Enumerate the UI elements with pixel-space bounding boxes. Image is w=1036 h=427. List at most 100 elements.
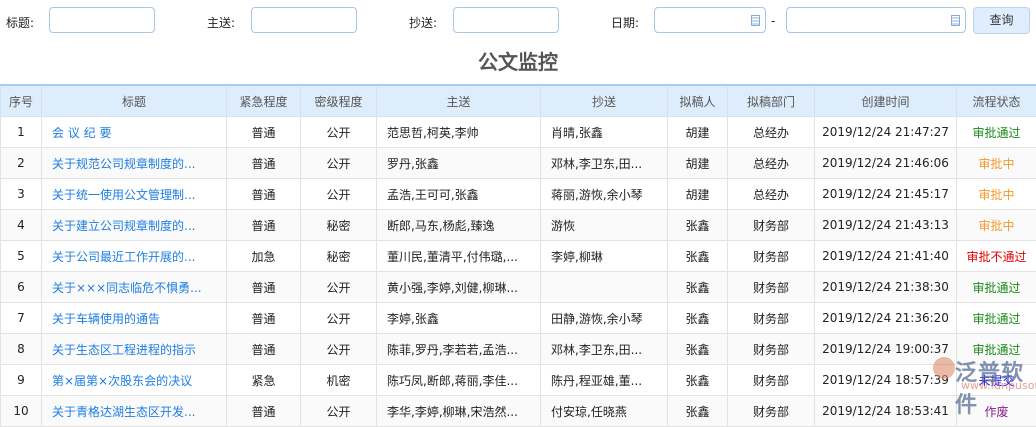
cell-dept: 财务部 (728, 303, 815, 334)
cell-title[interactable]: 关于公司最近工作开展的... (42, 241, 227, 272)
watermark-logo: 泛普软件www.fanpusoft.com (955, 355, 1036, 419)
calendar-icon[interactable] (951, 15, 960, 26)
cell-drafter: 张鑫 (668, 272, 728, 303)
cell-urgency: 加急 (227, 241, 301, 272)
column-header: 主送 (377, 85, 541, 117)
page-title: 公文监控 (0, 46, 1036, 75)
cell-secret: 公开 (301, 148, 377, 179)
cell-cc: 肖晴,张鑫 (541, 117, 668, 148)
cell-title[interactable]: 关于青格达湖生态区开发... (42, 396, 227, 427)
start-date-input[interactable] (654, 7, 766, 33)
filter-bar: 标题: 主送: 抄送: 日期: - 查询 (0, 7, 1036, 35)
cell-to: 陈菲,罗丹,李若若,孟浩... (377, 334, 541, 365)
cell-time: 2019/12/24 21:36:20 (815, 303, 957, 334)
cell-secret: 公开 (301, 334, 377, 365)
cell-urgency: 普通 (227, 334, 301, 365)
cell-title[interactable]: 会 议 纪 要 (42, 117, 227, 148)
table-row[interactable]: 6关于×××同志临危不惧勇...普通公开黄小强,李婷,刘健,柳琳...张鑫财务部… (1, 272, 1036, 303)
cell-status: 审批中 (957, 210, 1036, 241)
cell-no: 2 (1, 148, 42, 179)
column-header: 拟稿人 (668, 85, 728, 117)
cell-drafter: 张鑫 (668, 396, 728, 427)
cell-urgency: 普通 (227, 117, 301, 148)
column-header: 流程状态 (957, 85, 1036, 117)
cell-secret: 秘密 (301, 241, 377, 272)
to-filter-label: 主送: (207, 14, 235, 31)
cell-dept: 财务部 (728, 241, 815, 272)
end-date-input[interactable] (786, 7, 966, 33)
cell-cc: 田静,游恢,余小琴 (541, 303, 668, 334)
cell-dept: 财务部 (728, 365, 815, 396)
cell-urgency: 普通 (227, 272, 301, 303)
cell-urgency: 普通 (227, 396, 301, 427)
column-header: 序号 (1, 85, 42, 117)
column-header: 拟稿部门 (728, 85, 815, 117)
cell-dept: 财务部 (728, 210, 815, 241)
cell-cc: 邓林,李卫东,田... (541, 334, 668, 365)
cell-drafter: 张鑫 (668, 241, 728, 272)
cell-title[interactable]: 关于车辆使用的通告 (42, 303, 227, 334)
table-row[interactable]: 4关于建立公司规章制度的...普通秘密断郎,马东,杨彪,臻逸游恢张鑫财务部201… (1, 210, 1036, 241)
calendar-icon[interactable] (751, 15, 760, 26)
cell-time: 2019/12/24 21:45:17 (815, 179, 957, 210)
cell-urgency: 普通 (227, 303, 301, 334)
cell-time: 2019/12/24 21:46:06 (815, 148, 957, 179)
table-row[interactable]: 9第×届第×次股东会的决议紧急机密陈巧凤,断郎,蒋丽,李佳...陈丹,程亚雄,董… (1, 365, 1036, 396)
cell-status: 审批中 (957, 179, 1036, 210)
cell-urgency: 普通 (227, 210, 301, 241)
cell-secret: 公开 (301, 396, 377, 427)
cell-title[interactable]: 关于建立公司规章制度的... (42, 210, 227, 241)
cc-filter-label: 抄送: (409, 14, 437, 31)
cell-no: 3 (1, 179, 42, 210)
title-filter-input[interactable] (49, 7, 155, 33)
logo-icon (933, 357, 955, 379)
cell-to: 陈巧凤,断郎,蒋丽,李佳... (377, 365, 541, 396)
table-row[interactable]: 3关于统一使用公文管理制...普通公开孟浩,王可可,张鑫蒋丽,游恢,余小琴胡建总… (1, 179, 1036, 210)
cell-to: 李婷,张鑫 (377, 303, 541, 334)
cell-dept: 财务部 (728, 272, 815, 303)
date-filter-label: 日期: (611, 14, 639, 31)
cell-title[interactable]: 关于×××同志临危不惧勇... (42, 272, 227, 303)
query-button[interactable]: 查询 (973, 7, 1030, 34)
date-separator: - (771, 14, 775, 28)
cell-secret: 机密 (301, 365, 377, 396)
column-header: 创建时间 (815, 85, 957, 117)
cell-cc: 游恢 (541, 210, 668, 241)
cell-time: 2019/12/24 21:41:40 (815, 241, 957, 272)
cell-title[interactable]: 关于统一使用公文管理制... (42, 179, 227, 210)
cell-no: 5 (1, 241, 42, 272)
cell-title[interactable]: 关于规范公司规章制度的... (42, 148, 227, 179)
cell-to: 范思哲,柯英,李帅 (377, 117, 541, 148)
cell-drafter: 张鑫 (668, 210, 728, 241)
table-row[interactable]: 7关于车辆使用的通告普通公开李婷,张鑫田静,游恢,余小琴张鑫财务部2019/12… (1, 303, 1036, 334)
column-header: 密级程度 (301, 85, 377, 117)
table-row[interactable]: 8关于生态区工程进程的指示普通公开陈菲,罗丹,李若若,孟浩...邓林,李卫东,田… (1, 334, 1036, 365)
cell-drafter: 张鑫 (668, 365, 728, 396)
cell-time: 2019/12/24 18:53:41 (815, 396, 957, 427)
table-row[interactable]: 1会 议 纪 要普通公开范思哲,柯英,李帅肖晴,张鑫胡建总经办2019/12/2… (1, 117, 1036, 148)
cell-drafter: 胡建 (668, 179, 728, 210)
cell-cc: 付安琼,任晓燕 (541, 396, 668, 427)
table-row[interactable]: 10关于青格达湖生态区开发...普通公开李华,李婷,柳琳,宋浩然...付安琼,任… (1, 396, 1036, 427)
cell-to: 断郎,马东,杨彪,臻逸 (377, 210, 541, 241)
cell-dept: 总经办 (728, 179, 815, 210)
cell-urgency: 普通 (227, 148, 301, 179)
cc-filter-input[interactable] (453, 7, 559, 33)
to-filter-input[interactable] (251, 7, 357, 33)
cell-to: 孟浩,王可可,张鑫 (377, 179, 541, 210)
table-row[interactable]: 5关于公司最近工作开展的...加急秘密董川民,董清平,付伟璐,...李婷,柳琳张… (1, 241, 1036, 272)
cell-title[interactable]: 第×届第×次股东会的决议 (42, 365, 227, 396)
cell-no: 6 (1, 272, 42, 303)
table-row[interactable]: 2关于规范公司规章制度的...普通公开罗丹,张鑫邓林,李卫东,田...胡建总经办… (1, 148, 1036, 179)
cell-cc (541, 272, 668, 303)
cell-drafter: 胡建 (668, 148, 728, 179)
cell-title[interactable]: 关于生态区工程进程的指示 (42, 334, 227, 365)
document-table: 序号标题紧急程度密级程度主送抄送拟稿人拟稿部门创建时间流程状态 1会 议 纪 要… (0, 84, 1036, 427)
cell-urgency: 普通 (227, 179, 301, 210)
column-header: 抄送 (541, 85, 668, 117)
cell-no: 7 (1, 303, 42, 334)
cell-secret: 公开 (301, 179, 377, 210)
cell-drafter: 张鑫 (668, 303, 728, 334)
cell-to: 董川民,董清平,付伟璐,... (377, 241, 541, 272)
cell-status: 审批通过 (957, 303, 1036, 334)
